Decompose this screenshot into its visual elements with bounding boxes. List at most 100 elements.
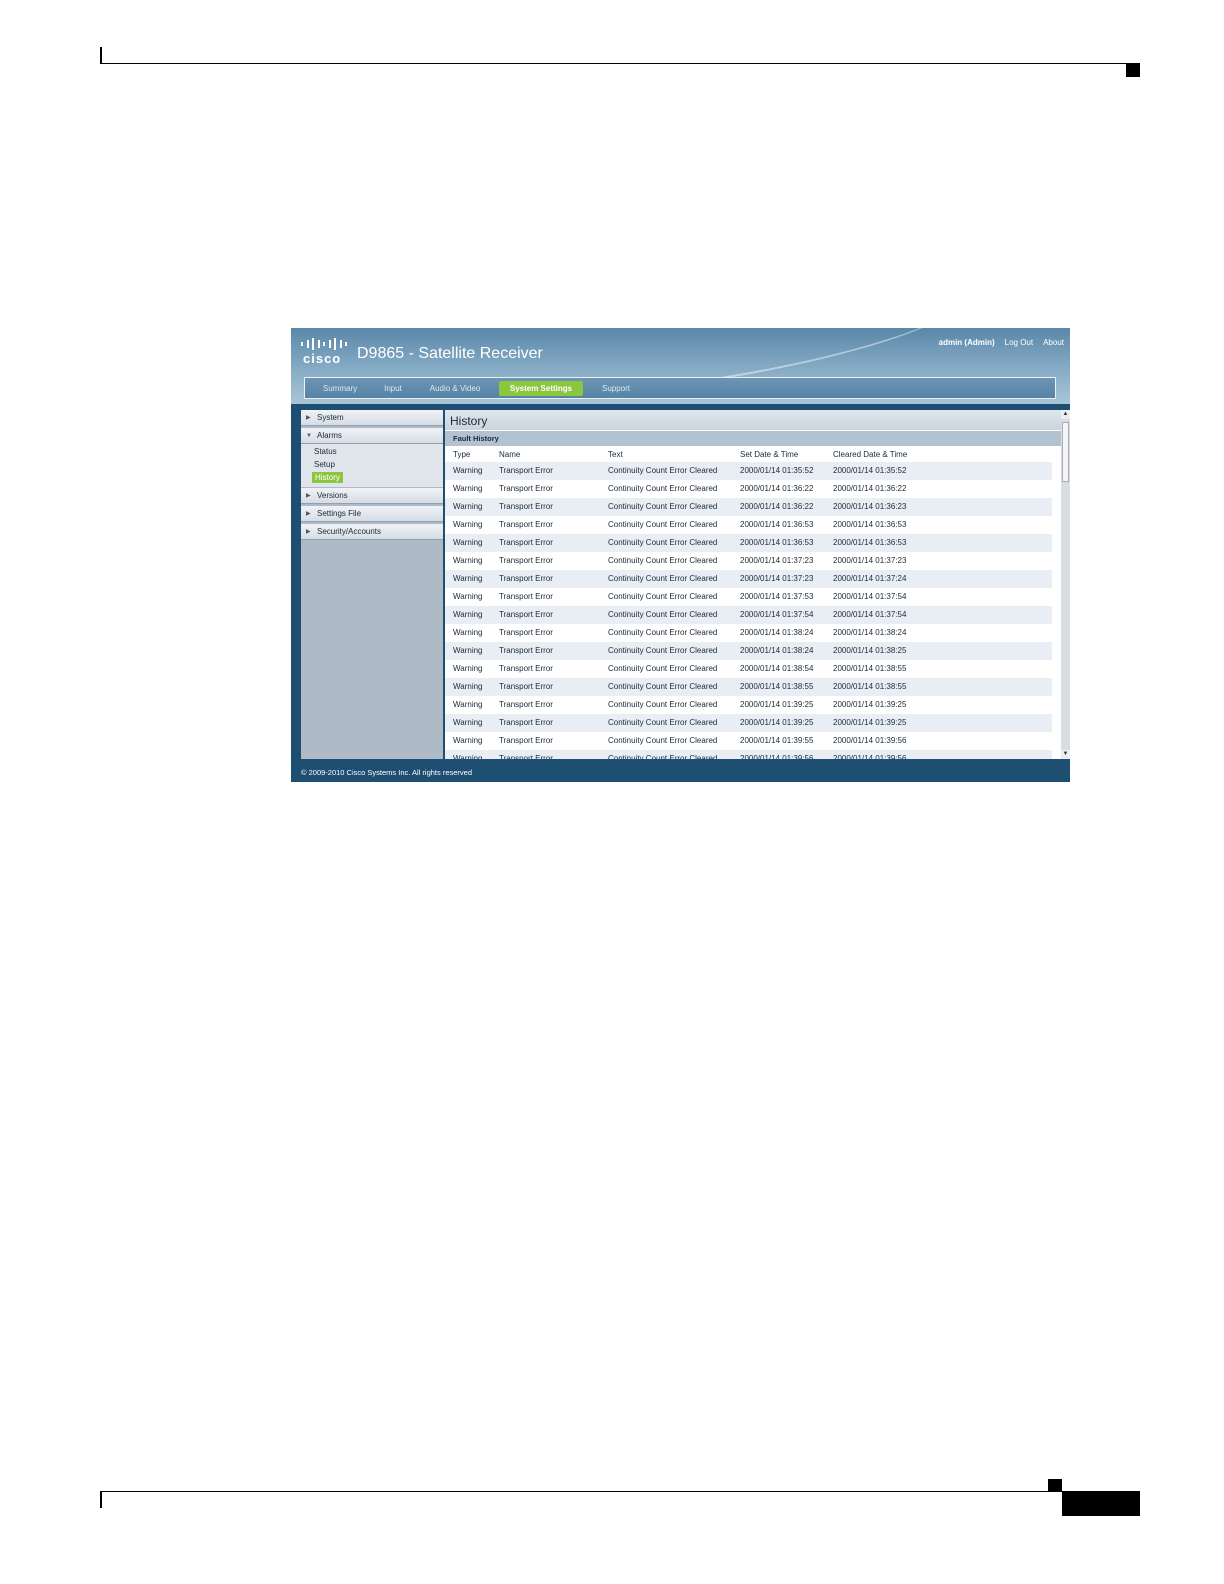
table-row[interactable]: Warning Transport Error Continuity Count E… [445,660,1052,678]
logout-link[interactable]: Log Out [1005,338,1033,347]
column-header-name[interactable]: Name [499,450,520,459]
column-header-cleared-time[interactable]: Cleared Date & Time [833,450,907,459]
table-scrollbar[interactable]: ▲ ▼ [1061,410,1070,759]
sidebar: ▶ System ▼ Alarms Status Setup History ▶… [301,410,443,759]
cell-fault-text: Continuity Count Error Cleared [608,610,718,619]
cell-fault-name: Transport Error [499,610,553,619]
cell-set-time: 2000/01/14 01:38:55 [740,682,814,691]
table-row[interactable]: Warning Transport Error Continuity Count E… [445,750,1052,759]
arrow-up-icon[interactable]: ▲ [1061,410,1070,419]
cell-fault-name: Transport Error [499,556,553,565]
cell-cleared-time: 2000/01/14 01:37:54 [833,610,907,619]
sidebar-item-label: Security/Accounts [317,527,382,536]
cell-fault-type: Warning [453,574,483,583]
triangle-right-icon: ▶ [306,493,311,499]
sidebar-subitem-history[interactable]: History [312,472,343,483]
section-title: Fault History [445,431,1061,446]
cell-cleared-time: 2000/01/14 01:39:56 [833,754,907,759]
table-row[interactable]: Warning Transport Error Continuity Count E… [445,696,1052,714]
table-row[interactable]: Warning Transport Error Continuity Count E… [445,624,1052,642]
cell-fault-name: Transport Error [499,682,553,691]
cell-set-time: 2000/01/14 01:38:54 [740,664,814,673]
cell-cleared-time: 2000/01/14 01:37:24 [833,574,907,583]
table-row[interactable]: Warning Transport Error Continuity Count E… [445,516,1052,534]
table-row[interactable]: Warning Transport Error Continuity Count E… [445,552,1052,570]
cell-fault-type: Warning [453,664,483,673]
sidebar-subitem-setup[interactable]: Setup [314,459,335,470]
cell-fault-name: Transport Error [499,754,553,759]
cell-fault-name: Transport Error [499,646,553,655]
cell-cleared-time: 2000/01/14 01:35:52 [833,466,907,475]
cell-fault-name: Transport Error [499,484,553,493]
cell-set-time: 2000/01/14 01:37:53 [740,592,814,601]
page-title: History [445,410,1061,430]
cell-set-time: 2000/01/14 01:36:22 [740,502,814,511]
tab-input[interactable]: Input [380,381,406,396]
cell-cleared-time: 2000/01/14 01:37:23 [833,556,907,565]
cell-set-time: 2000/01/14 01:36:22 [740,484,814,493]
sidebar-item-system[interactable]: ▶ System [301,410,443,426]
cell-fault-text: Continuity Count Error Cleared [608,700,718,709]
cell-fault-text: Continuity Count Error Cleared [608,718,718,727]
about-link[interactable]: About [1043,338,1064,347]
table-row[interactable]: Warning Transport Error Continuity Count E… [445,714,1052,732]
table-row[interactable]: Warning Transport Error Continuity Count E… [445,570,1052,588]
cell-set-time: 2000/01/14 01:39:25 [740,700,814,709]
column-header-text[interactable]: Text [608,450,623,459]
table-row[interactable]: Warning Transport Error Continuity Count E… [445,642,1052,660]
cell-fault-text: Continuity Count Error Cleared [608,538,718,547]
cell-fault-name: Transport Error [499,538,553,547]
cell-cleared-time: 2000/01/14 01:39:25 [833,718,907,727]
app-title: D9865 - Satellite Receiver [357,345,543,362]
cell-set-time: 2000/01/14 01:38:24 [740,628,814,637]
cell-fault-text: Continuity Count Error Cleared [608,502,718,511]
triangle-down-icon: ▼ [306,433,312,439]
cell-fault-type: Warning [453,700,483,709]
tab-system-settings[interactable]: System Settings [499,381,583,396]
column-header-set-time[interactable]: Set Date & Time [740,450,798,459]
sidebar-item-settings-file[interactable]: ▶ Settings File [301,506,443,522]
page-footer-rule [100,1491,1140,1492]
table-row[interactable]: Warning Transport Error Continuity Count E… [445,588,1052,606]
arrow-down-icon[interactable]: ▼ [1061,750,1070,759]
cell-fault-type: Warning [453,592,483,601]
sidebar-item-label: System [317,413,344,422]
cell-cleared-time: 2000/01/14 01:39:56 [833,736,907,745]
table-row[interactable]: Warning Transport Error Continuity Count E… [445,534,1052,552]
page-header-marker [1126,64,1140,77]
scrollbar-thumb[interactable] [1062,422,1069,482]
cell-set-time: 2000/01/14 01:39:55 [740,736,814,745]
cell-fault-text: Continuity Count Error Cleared [608,466,718,475]
tab-summary[interactable]: Summary [318,381,362,396]
table-row[interactable]: Warning Transport Error Continuity Count E… [445,732,1052,750]
sidebar-item-label: Alarms [317,431,342,440]
cell-fault-name: Transport Error [499,574,553,583]
cell-fault-type: Warning [453,628,483,637]
cell-cleared-time: 2000/01/14 01:36:23 [833,502,907,511]
cisco-logo[interactable]: cisco [301,338,347,366]
sidebar-item-versions[interactable]: ▶ Versions [301,488,443,504]
triangle-right-icon: ▶ [306,529,311,535]
tab-audio-video[interactable]: Audio & Video [425,381,485,396]
cell-set-time: 2000/01/14 01:36:53 [740,538,814,547]
page-header-rule-vertical [100,47,102,64]
cell-fault-type: Warning [453,484,483,493]
column-header-type[interactable]: Type [453,450,470,459]
alarms-submenu: Status Setup History [301,444,443,487]
cisco-wordmark: cisco [303,351,342,366]
cell-fault-name: Transport Error [499,700,553,709]
tab-support[interactable]: Support [597,381,635,396]
sidebar-item-security-accounts[interactable]: ▶ Security/Accounts [301,524,443,540]
table-row[interactable]: Warning Transport Error Continuity Count E… [445,480,1052,498]
table-row[interactable]: Warning Transport Error Continuity Count E… [445,498,1052,516]
cell-fault-type: Warning [453,682,483,691]
table-row[interactable]: Warning Transport Error Continuity Count E… [445,606,1052,624]
cell-fault-text: Continuity Count Error Cleared [608,646,718,655]
main-nav: Summary Input Audio & Video System Setti… [304,377,1056,399]
sidebar-item-alarms[interactable]: ▼ Alarms [301,428,443,444]
sidebar-subitem-status[interactable]: Status [314,446,337,457]
page-header-rule [100,63,1140,64]
cell-fault-name: Transport Error [499,520,553,529]
table-row[interactable]: Warning Transport Error Continuity Count E… [445,462,1052,480]
table-row[interactable]: Warning Transport Error Continuity Count E… [445,678,1052,696]
